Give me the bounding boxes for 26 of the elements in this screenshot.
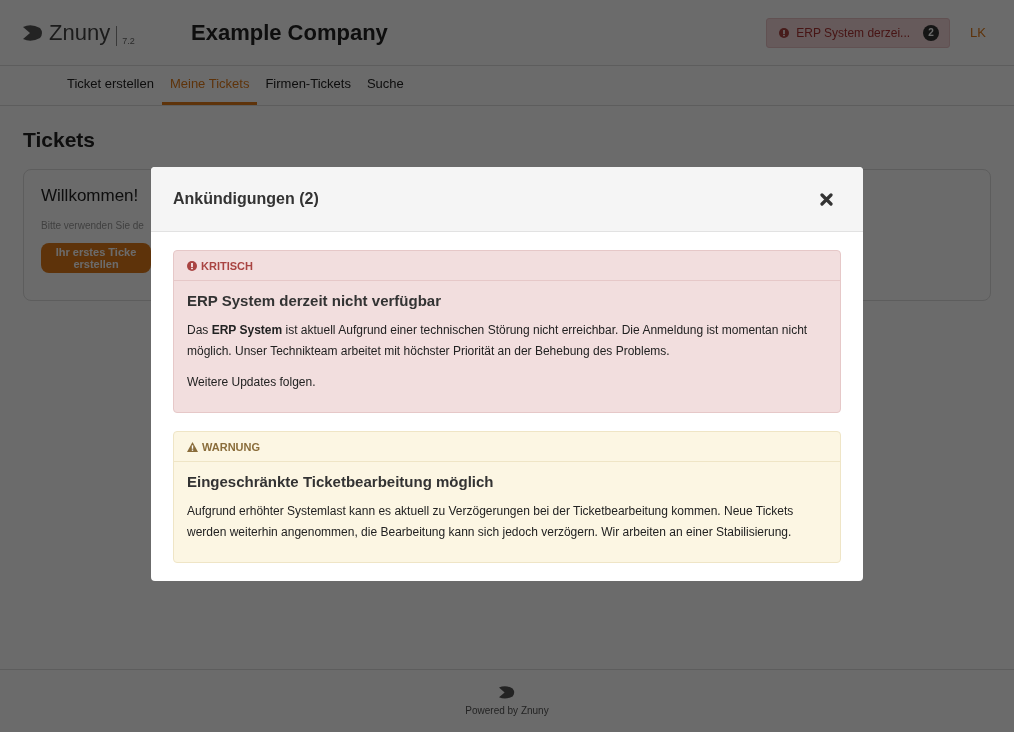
powered-by-text: Powered by Znuny [465, 704, 549, 716]
logo-icon [23, 24, 43, 41]
announcement-text: Das ERP System ist aktuell Aufgrund einer technischen Störung nicht erreichbar. Die Anmeldung ist momentan nicht möglich. Unser Technikteam arbeitet mit höchster Priorität an der Behebung des Problems. [187, 322, 809, 360]
dialog-title: Ankündigungen (2) [173, 190, 319, 208]
welcome-title: Willkommen! [41, 186, 139, 206]
nav-tab[interactable]: Firmen-Tickets [257, 76, 359, 105]
exclamation-circle-icon [187, 261, 197, 271]
announcement-title: ERP System derzeit nicht verfügbar [187, 292, 442, 309]
create-ticket-button[interactable]: Ihr erstes Ticke erstellen [41, 243, 151, 274]
severity-label: KRITISCH [201, 260, 253, 272]
close-button[interactable] [820, 192, 833, 206]
logo-text: Znuny [49, 19, 111, 46]
page-title: Tickets [23, 128, 96, 152]
announcement-text: Weitere Updates folgen. [187, 374, 317, 391]
footer-logo-icon [499, 686, 515, 699]
nav-tab[interactable]: Suche [358, 76, 412, 105]
nav-tab[interactable]: Meine Tickets [161, 76, 258, 105]
announcement-title: Eingeschränkte Ticketbearbeitung möglich [187, 473, 495, 490]
exclamation-circle-icon [779, 27, 790, 38]
announcement-button[interactable]: ERP System derzei... 2 [766, 17, 951, 48]
user-initials-link[interactable]: LK [970, 25, 986, 40]
nav-tab[interactable]: Ticket erstellen [59, 76, 162, 105]
announcement-text: Aufgrund erhöhter Systemlast kann es aktuell zu Verzögerungen bei der Ticketbearbeitung kommen. Neue Tickets werden weiterhin angenommen, die Bearbeitung kann sich jedoch verzögern. Wir arbeiten an einer Stabilisierung. [187, 503, 795, 541]
severity-label: WARNUNG [202, 441, 261, 453]
company-name: Example Company [191, 19, 389, 46]
warning-triangle-icon [187, 442, 198, 452]
